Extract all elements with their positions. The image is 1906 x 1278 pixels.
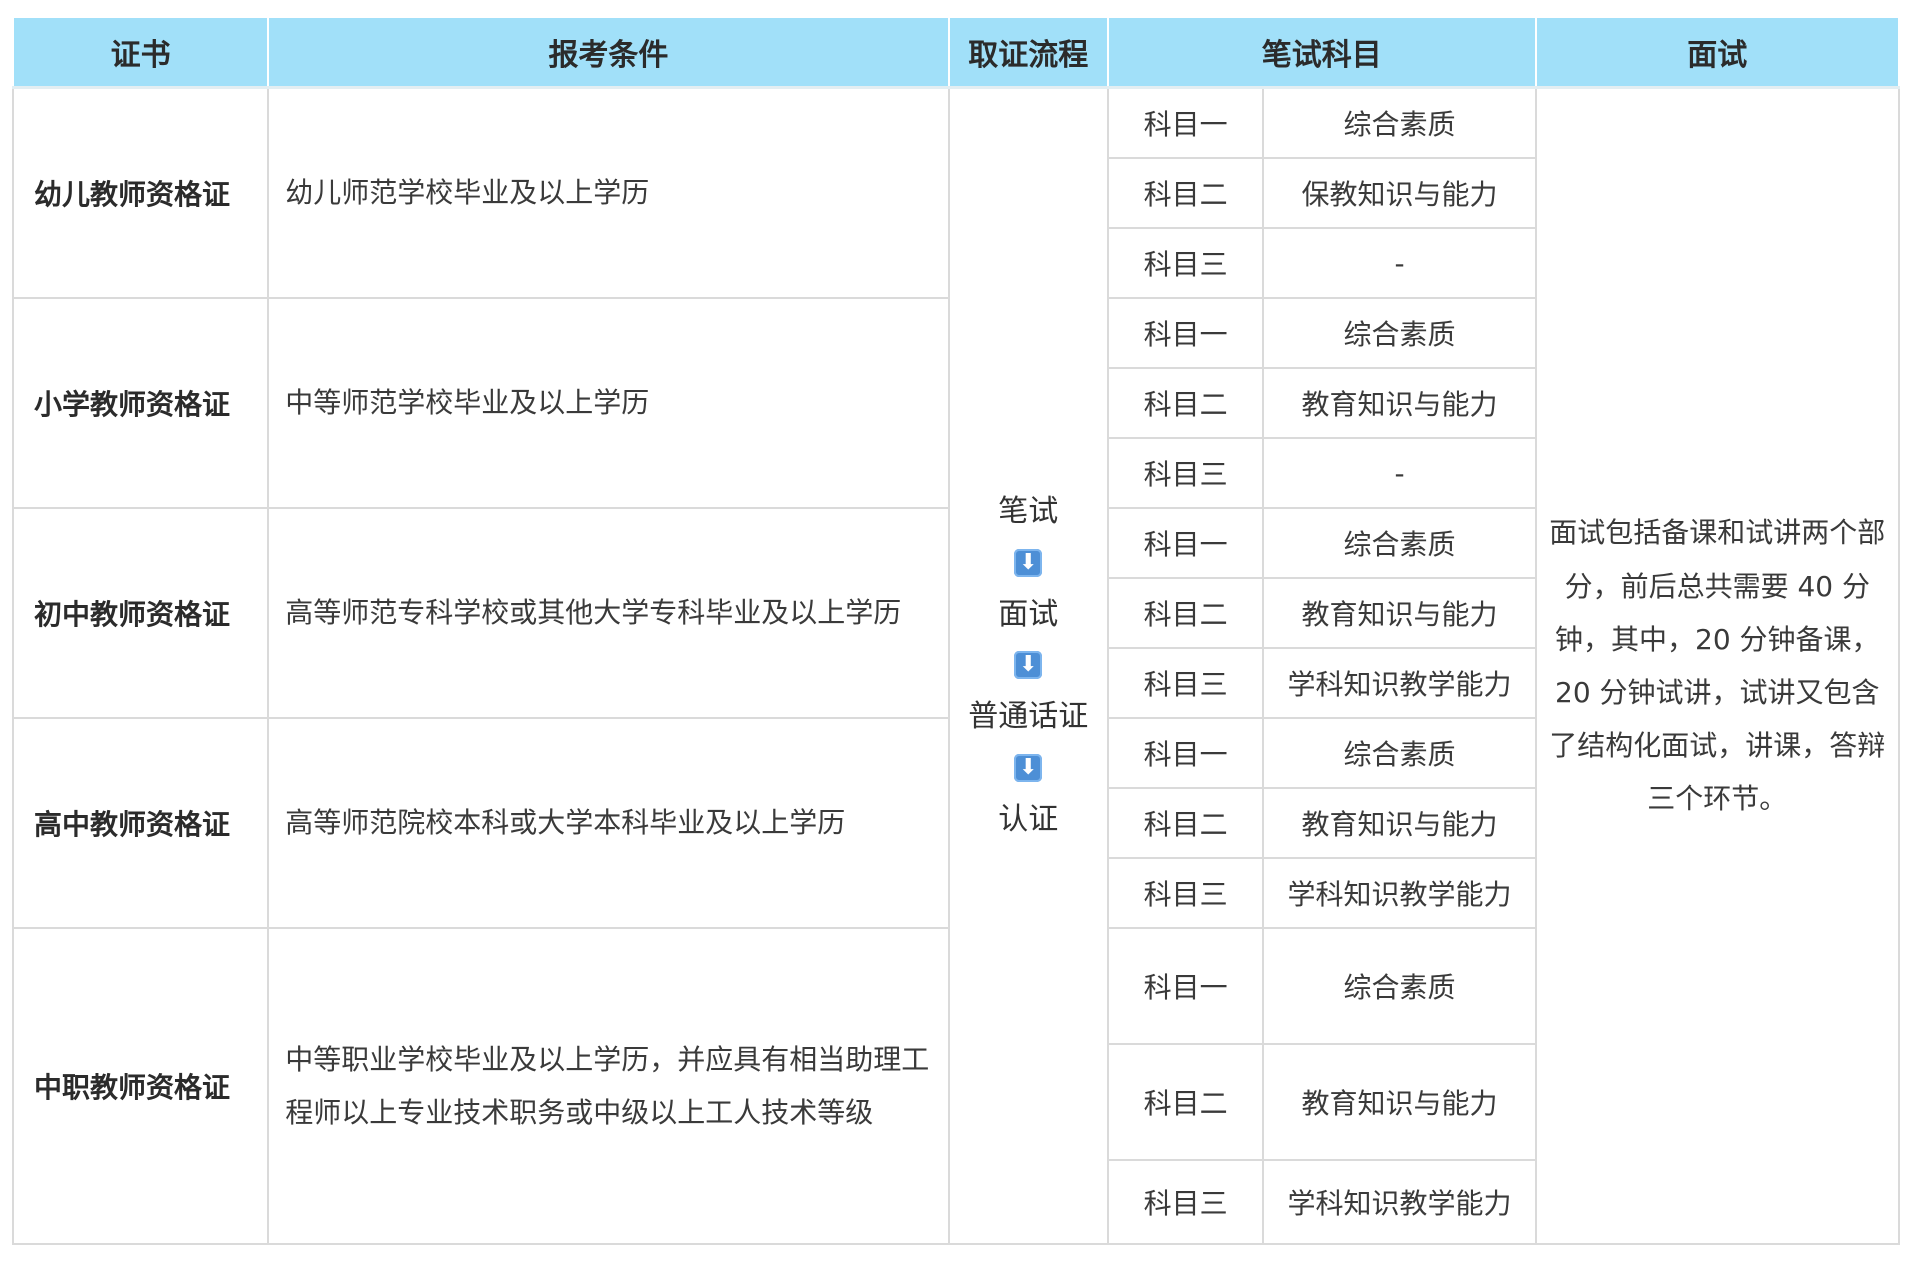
cert-name: 初中教师资格证: [11, 507, 270, 719]
header-condition: 报考条件: [267, 16, 950, 89]
subject-number: 科目一: [1106, 507, 1265, 579]
subject-name: 教育知识与能力: [1262, 787, 1537, 859]
subject-number: 科目三: [1106, 647, 1265, 719]
certificate-table: 证书 报考条件 取证流程 笔试科目 面试 幼儿教师资格证 幼儿师范学校毕业及以上…: [11, 16, 1901, 1245]
subject-name: 学科知识教学能力: [1262, 857, 1537, 929]
subject-name: 学科知识教学能力: [1262, 1159, 1537, 1245]
subject-name: 综合素质: [1262, 297, 1537, 369]
subject-name: 保教知识与能力: [1262, 157, 1537, 229]
subject-name: 教育知识与能力: [1262, 367, 1537, 439]
table-row: 幼儿教师资格证 幼儿师范学校毕业及以上学历 笔试 ⬇ 面试 ⬇ 普通话证 ⬇ 认…: [11, 86, 1901, 1245]
subject-name: 综合素质: [1262, 717, 1537, 789]
subject-number: 科目二: [1106, 157, 1265, 229]
subject-number: 科目二: [1106, 577, 1265, 649]
subject-name: 教育知识与能力: [1262, 577, 1537, 649]
subject-number: 科目一: [1106, 86, 1265, 159]
cert-name: 高中教师资格证: [11, 717, 270, 929]
subject-number: 科目二: [1106, 1043, 1265, 1161]
down-arrow-icon: ⬇: [1014, 753, 1043, 782]
subject-number: 科目一: [1106, 717, 1265, 789]
process-step-mandarin: 普通话证: [968, 699, 1089, 734]
subject-number: 科目二: [1106, 787, 1265, 859]
cert-name: 小学教师资格证: [11, 297, 270, 509]
process-cell: 笔试 ⬇ 面试 ⬇ 普通话证 ⬇ 认证: [947, 86, 1109, 1245]
subject-number: 科目二: [1106, 367, 1265, 439]
cert-condition: 高等师范专科学校或其他大学专科毕业及以上学历: [267, 507, 950, 719]
interview-description: 面试包括备课和试讲两个部分，前后总共需要 40 分钟，其中，20 分钟备课，20…: [1534, 86, 1901, 1245]
subject-number: 科目一: [1106, 297, 1265, 369]
subject-name: 学科知识教学能力: [1262, 647, 1537, 719]
process-step-interview: 面试: [998, 596, 1059, 632]
cert-name: 幼儿教师资格证: [11, 86, 270, 299]
process-step-written: 笔试: [998, 494, 1059, 529]
subject-number: 科目三: [1106, 857, 1265, 929]
subject-name: 综合素质: [1262, 507, 1537, 579]
cert-name: 中职教师资格证: [11, 927, 270, 1245]
header-written-subjects: 笔试科目: [1106, 16, 1537, 89]
down-arrow-icon: ⬇: [1014, 651, 1043, 679]
down-arrow-icon: ⬇: [1014, 548, 1043, 577]
header-interview: 面试: [1534, 16, 1901, 89]
subject-name: 综合素质: [1262, 86, 1537, 159]
subject-number: 科目一: [1106, 927, 1265, 1045]
subject-name: -: [1262, 227, 1537, 299]
subject-number: 科目三: [1106, 227, 1265, 299]
subject-number: 科目三: [1106, 1159, 1265, 1245]
cert-condition: 幼儿师范学校毕业及以上学历: [267, 86, 950, 299]
header-row: 证书 报考条件 取证流程 笔试科目 面试: [11, 16, 1901, 89]
cert-condition: 高等师范院校本科或大学本科毕业及以上学历: [267, 717, 950, 929]
header-process: 取证流程: [947, 16, 1109, 89]
subject-name: 综合素质: [1262, 927, 1537, 1045]
process-step-certify: 认证: [998, 801, 1059, 837]
subject-name: 教育知识与能力: [1262, 1043, 1537, 1161]
cert-condition: 中等师范学校毕业及以上学历: [267, 297, 950, 509]
subject-number: 科目三: [1106, 437, 1265, 509]
subject-name: -: [1262, 437, 1537, 509]
cert-condition: 中等职业学校毕业及以上学历，并应具有相当助理工程师以上专业技术职务或中级以上工人…: [267, 927, 950, 1245]
header-cert: 证书: [11, 16, 270, 89]
certificate-table-container: 证书 报考条件 取证流程 笔试科目 面试 幼儿教师资格证 幼儿师范学校毕业及以上…: [11, 16, 1901, 1256]
